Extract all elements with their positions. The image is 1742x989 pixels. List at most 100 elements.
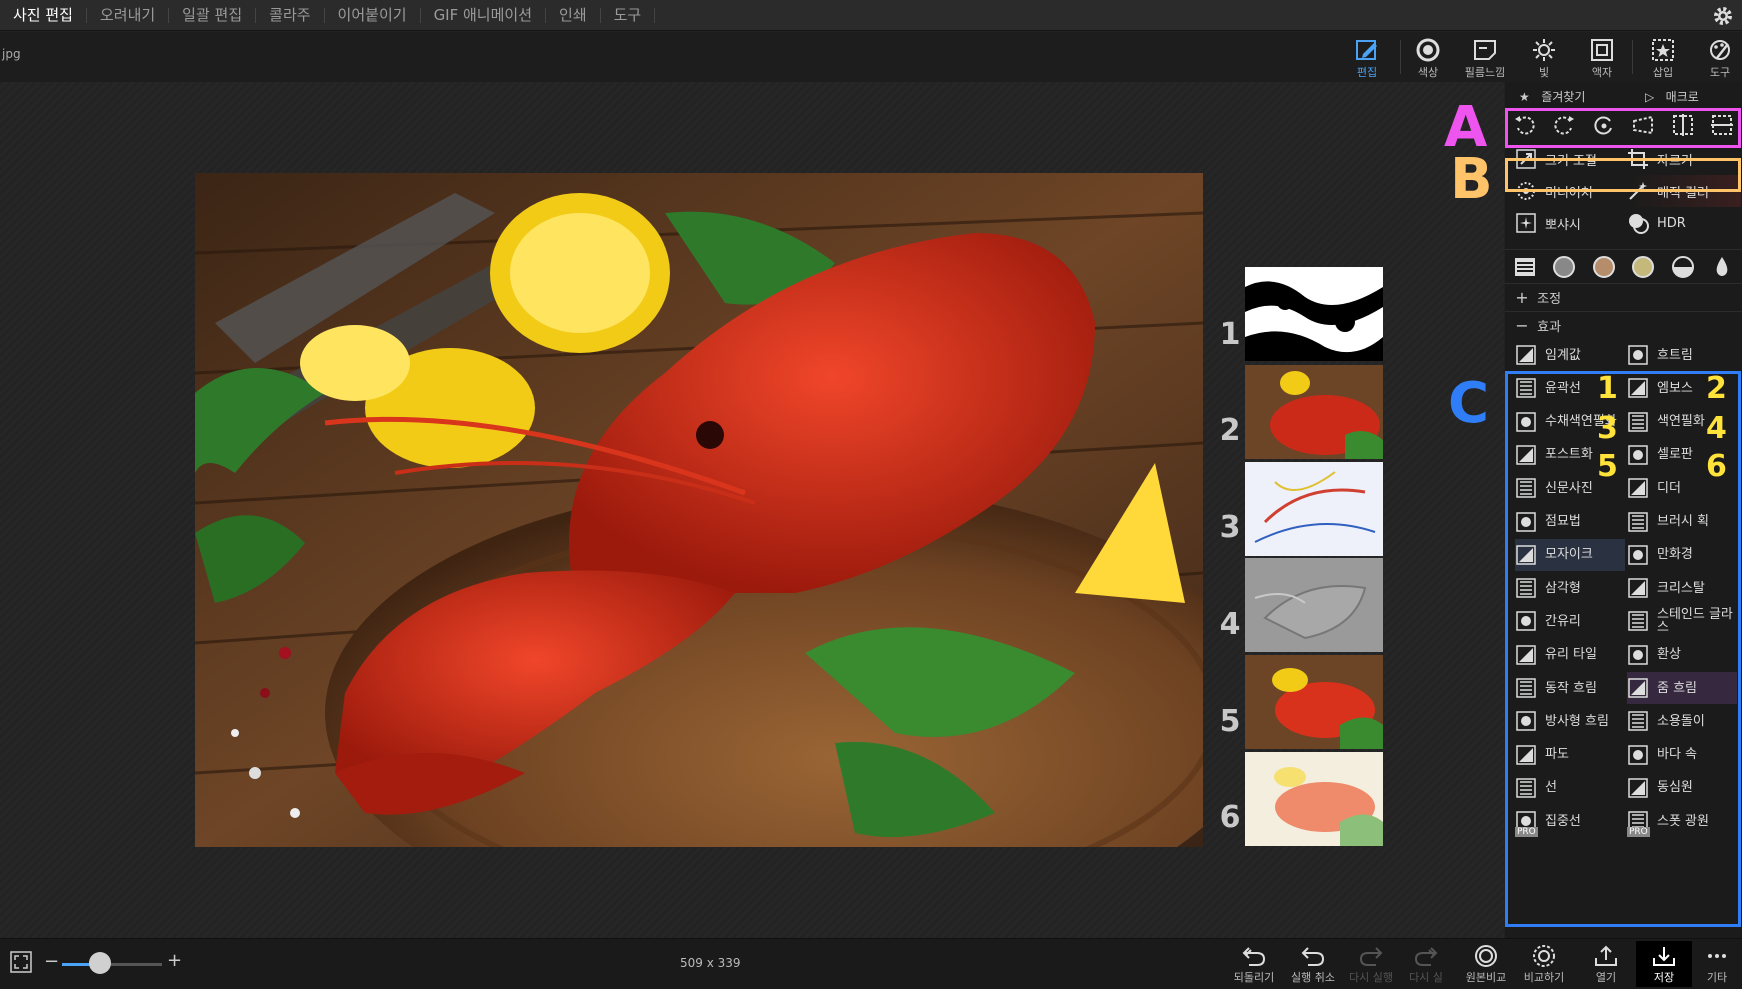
effect-label: 셀로판 [1657, 447, 1693, 463]
zoom-slider-track[interactable] [62, 963, 162, 966]
thumbnail-number-1: 1 [1219, 317, 1241, 352]
miniature-tool[interactable]: 미니어처 [1515, 175, 1593, 207]
preset-gray-icon[interactable] [1552, 255, 1576, 279]
effect-spotlight[interactable]: 스폿 광원 PRO [1627, 805, 1737, 838]
effect-focus-lines[interactable]: 집중선 PRO [1515, 805, 1625, 838]
sharpen-tool[interactable]: 뽀샤시 [1515, 207, 1581, 239]
menu-batch-edit[interactable]: 일괄 편집 [169, 7, 257, 23]
annotation-number-5: 5 [1597, 449, 1618, 484]
zoom-out-button[interactable]: − [44, 951, 59, 972]
brush-stroke-icon [1628, 511, 1648, 532]
rotate-free-icon[interactable] [1592, 113, 1616, 137]
redo-button[interactable]: 다시 실행 [1343, 941, 1399, 987]
effect-frosted-glass[interactable]: 간유리 [1515, 605, 1625, 637]
effect-glass-tile[interactable]: 유리 타일 [1515, 639, 1625, 671]
thumbnail-outline[interactable] [1245, 462, 1383, 556]
radial-blur-icon [1516, 711, 1536, 732]
menu-combine[interactable]: 이어붙이기 [325, 7, 421, 23]
redo-icon [1359, 947, 1383, 966]
effect-underwater[interactable]: 바다 속 [1627, 739, 1737, 771]
effect-pointillism[interactable]: 점묘법 [1515, 506, 1625, 538]
thumbnail-emboss[interactable] [1245, 558, 1383, 652]
effect-label: 동심원 [1657, 780, 1693, 796]
zoom-in-button[interactable]: + [167, 950, 182, 971]
resize-tool[interactable]: 크기 조절 [1515, 143, 1597, 175]
rotate-right-icon[interactable] [1552, 113, 1576, 137]
tab-frame[interactable]: 액자 [1576, 34, 1628, 80]
save-label: 저장 [1653, 971, 1675, 984]
rotate-left-icon[interactable] [1513, 113, 1537, 137]
effect-crystal[interactable]: 크리스탈 [1627, 572, 1737, 604]
thumbnail-blur[interactable] [1245, 365, 1383, 459]
thumbnail-threshold[interactable] [1245, 267, 1383, 361]
menu-tools[interactable]: 도구 [601, 7, 656, 23]
effect-stained-glass[interactable]: 스테인드 글라스 [1627, 605, 1737, 637]
effects-section-header[interactable]: − 효과 [1505, 311, 1742, 339]
save-button[interactable]: 저장 [1636, 941, 1692, 987]
effect-zoom-blur[interactable]: 줌 흐림 [1627, 672, 1737, 704]
perspective-icon[interactable] [1631, 113, 1655, 137]
effect-fantasy[interactable]: 환상 [1627, 639, 1737, 671]
effect-motion-blur[interactable]: 동작 흐림 [1515, 672, 1625, 704]
tab-film[interactable]: 필름느낌 [1459, 34, 1511, 80]
effect-kaleidoscope[interactable]: 만화경 [1627, 539, 1737, 571]
adjust-section-header[interactable]: + 조정 [1505, 283, 1742, 311]
open-button[interactable]: 열기 [1578, 941, 1634, 987]
thumbnail-watercolor[interactable] [1245, 655, 1383, 749]
more-button[interactable]: 기타 [1692, 941, 1742, 987]
effect-scatter[interactable]: 흐트림 [1627, 339, 1737, 371]
menu-cutout[interactable]: 오려내기 [87, 7, 170, 23]
effect-lines[interactable]: 선 [1515, 772, 1625, 804]
watercolor-icon [1516, 411, 1536, 432]
tab-tools[interactable]: 도구 [1694, 34, 1742, 80]
threshold-icon [1516, 345, 1536, 365]
tab-insert-label: 삽입 [1652, 66, 1674, 79]
list-icon[interactable] [1513, 255, 1537, 279]
tab-color[interactable]: 색상 [1402, 34, 1454, 80]
hdr-tool[interactable]: HDR [1627, 207, 1686, 239]
effect-radial-blur[interactable]: 방사형 흐림 [1515, 705, 1625, 737]
preset-warm-icon[interactable] [1592, 255, 1616, 279]
motion-blur-icon [1516, 678, 1536, 698]
compare-button[interactable]: 비교하기 [1516, 941, 1572, 987]
menu-photo-edit[interactable]: 사진 편집 [0, 7, 87, 23]
menu-collage[interactable]: 콜라주 [256, 7, 325, 23]
redo-all-button[interactable]: 다시 실 [1398, 941, 1454, 987]
magic-color-tool[interactable]: 매직 컬러 [1627, 175, 1741, 207]
resize-label: 크기 조절 [1545, 153, 1597, 169]
tab-edit[interactable]: 편집 [1341, 34, 1393, 80]
half-circle-icon[interactable] [1671, 255, 1695, 279]
tab-insert[interactable]: 삽입 [1637, 34, 1689, 80]
flip-horizontal-icon[interactable] [1671, 113, 1695, 137]
revert-label: 되돌리기 [1233, 971, 1275, 984]
undo-button[interactable]: 실행 취소 [1285, 941, 1341, 987]
effect-wave[interactable]: 파도 [1515, 739, 1625, 771]
fit-to-screen-icon[interactable] [10, 951, 32, 973]
tab-light[interactable]: 빛 [1518, 34, 1570, 80]
effect-swirl[interactable]: 소용돌이 [1627, 705, 1737, 737]
effect-brush-stroke[interactable]: 브러시 획 [1627, 506, 1737, 538]
effect-concentric[interactable]: 동심원 [1627, 772, 1737, 804]
settings-gear-icon[interactable] [1712, 5, 1734, 27]
crop-tool[interactable]: 자르기 [1627, 143, 1693, 175]
drop-icon[interactable] [1710, 255, 1734, 279]
compare-original-button[interactable]: 원본비교 [1458, 941, 1514, 987]
tools-icon [1710, 40, 1730, 60]
preset-tan-icon[interactable] [1631, 255, 1655, 279]
effect-triangle[interactable]: 삼각형 [1515, 572, 1625, 604]
menu-gif-animation[interactable]: GIF 애니메이션 [421, 7, 547, 23]
thumbnail-colored-pencil[interactable] [1245, 752, 1383, 846]
zoom-slider-knob[interactable] [89, 952, 111, 974]
revert-button[interactable]: 되돌리기 [1226, 941, 1282, 987]
light-icon [1533, 39, 1555, 61]
effects-label: 효과 [1537, 320, 1562, 335]
flip-vertical-icon[interactable] [1710, 113, 1734, 137]
revert-icon [1242, 947, 1266, 966]
effect-threshold[interactable]: 임계값 [1515, 339, 1625, 371]
menu-print[interactable]: 인쇄 [546, 7, 601, 23]
photo-canvas[interactable]: 1 2 3 4 5 6 [0, 82, 1504, 938]
favorites-button[interactable]: ★ 즐겨찾기 [1519, 88, 1585, 105]
macro-button[interactable]: ▷ 매크로 [1645, 88, 1699, 105]
effect-mosaic[interactable]: 모자이크 [1515, 538, 1625, 571]
edited-photo[interactable] [195, 173, 1203, 847]
